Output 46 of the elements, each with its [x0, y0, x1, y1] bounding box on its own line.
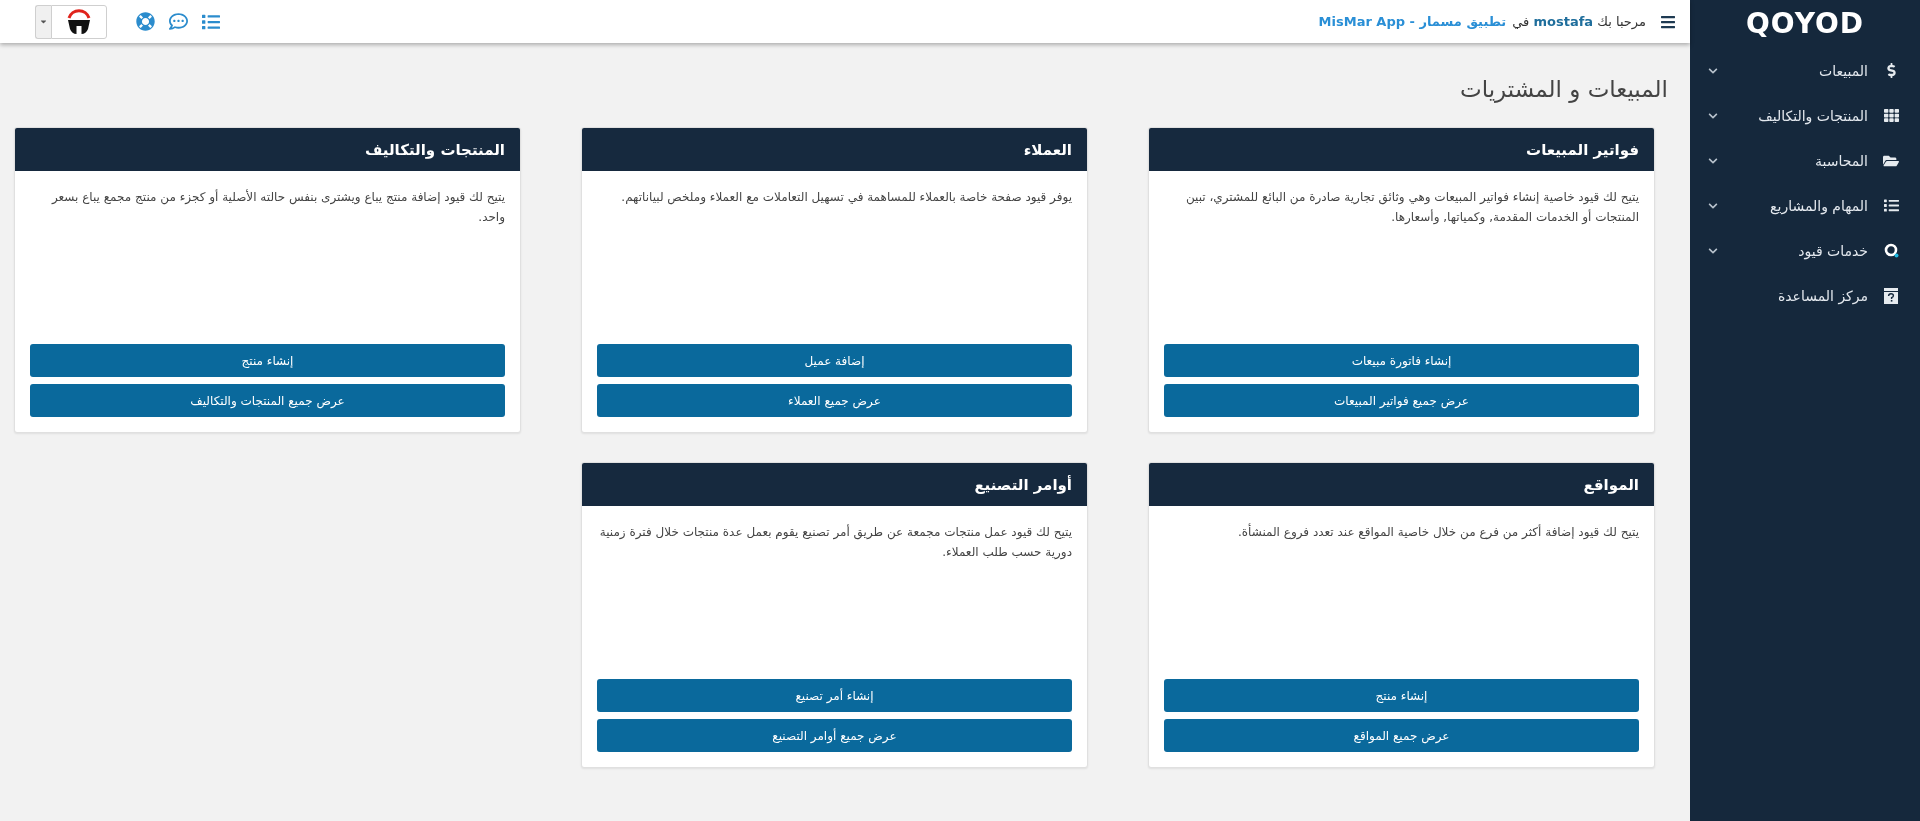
sidebar-item[interactable]: المبيعات	[1690, 48, 1920, 93]
card-header: أوامر التصنيع	[582, 463, 1087, 506]
lifebuoy-icon[interactable]	[136, 12, 155, 31]
action-button[interactable]: إنشاء منتج	[1164, 679, 1639, 712]
card-description: يوفر قيود صفحة خاصة بالعملاء للمساهمة في تسهيل التعاملات مع العملاء وملخص لبياناتهم.	[620, 189, 1073, 207]
chevron-down-icon	[1708, 65, 1718, 76]
chevron-down-icon	[1708, 110, 1718, 121]
action-button[interactable]: عرض جميع المنتجات والتكاليف	[30, 384, 505, 417]
card-description: يتيح لك قيود إضافة منتج يباع ويشترى بنفس حالته الأصلية أو كجزء من منتج مجمع يباع بسعر واحد.	[50, 188, 506, 226]
card-description: يتيح لك قيود خاصية إنشاء فواتير المبيعات وهي وثائق تجارية صادرة من البائع للمشتري، تبين المنتجات أو الخدمات المقدمة, وكمياتها, وأسعارها.	[1184, 189, 1640, 227]
action-button[interactable]: عرض جميع المواقع	[1164, 719, 1639, 752]
card-description: يتيح لك قيود عمل منتجات مجمعة عن طريق أمر تصنيع يقوم بعمل عدة منتجات خلال فترة زمنية دورية حسب طلب العملاء.	[598, 523, 1073, 561]
action-button[interactable]: عرض جميع العملاء	[597, 384, 1072, 417]
wheel-logo-icon	[66, 8, 92, 35]
page-title: المبيعات و المشتريات	[1459, 75, 1668, 105]
chevron-down-icon	[1708, 245, 1718, 256]
card-header: المواقع	[1149, 463, 1654, 506]
sidebar-item[interactable]: المحاسبة	[1690, 138, 1920, 183]
brand-logo: QOYOD	[1746, 6, 1864, 42]
action-button[interactable]: عرض جميع فواتير المبيعات	[1164, 384, 1639, 417]
action-button[interactable]: إنشاء فاتورة مبيعات	[1164, 344, 1639, 377]
sidebar-item[interactable]: خدمات قيود	[1690, 228, 1920, 273]
help-icon	[1884, 287, 1898, 304]
app-link[interactable]: تطبيق مسمار - MisMar App	[1318, 14, 1507, 29]
caret-icon	[39, 17, 48, 26]
card-description: يتيح لك قيود إضافة أكثر من فرع من خلال خاصية المواقع عند تعدد فروع المنشأة.	[1236, 522, 1640, 542]
chat-icon[interactable]	[169, 12, 188, 31]
list-icon	[1883, 198, 1899, 213]
action-button[interactable]: إضافة عميل	[597, 344, 1072, 377]
card-header: فواتير المبيعات	[1149, 128, 1654, 171]
chevron-down-icon	[1708, 200, 1718, 211]
ring-icon	[1883, 243, 1899, 258]
grid-icon	[1883, 108, 1899, 123]
dropdown-toggle[interactable]	[35, 4, 51, 39]
chevron-down-icon	[1708, 155, 1718, 166]
sidebar-item[interactable]: المنتجات والتكاليف	[1690, 93, 1920, 138]
logo-button[interactable]	[51, 4, 107, 39]
action-button[interactable]: إنشاء أمر تصنيع	[597, 679, 1072, 712]
list-icon[interactable]	[202, 12, 220, 31]
action-button[interactable]: عرض جميع أوامر التصنيع	[597, 719, 1072, 752]
menu-icon[interactable]	[1660, 13, 1676, 30]
sidebar-item[interactable]: مركز المساعدة	[1690, 273, 1920, 318]
sidebar-item[interactable]: المهام والمشاريع	[1690, 183, 1920, 228]
card-header: المنتجات والتكاليف	[15, 128, 520, 171]
card-header: العملاء	[582, 128, 1087, 171]
action-button[interactable]: إنشاء منتج	[30, 344, 505, 377]
